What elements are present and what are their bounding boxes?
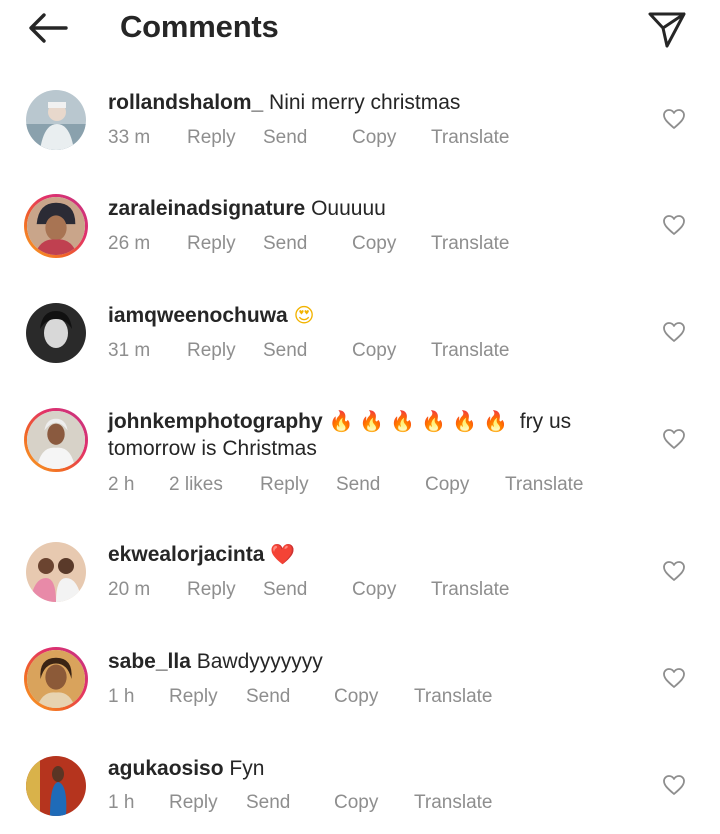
like-button[interactable] — [662, 214, 686, 236]
avatar[interactable] — [24, 540, 88, 604]
translate-button[interactable]: Translate — [431, 233, 510, 255]
like-button[interactable] — [662, 560, 686, 582]
share-button[interactable] — [646, 8, 688, 50]
reply-button[interactable]: Reply — [187, 127, 236, 149]
translate-button[interactable]: Translate — [414, 686, 493, 708]
paper-plane-icon — [648, 12, 686, 48]
comment-body: fry us — [519, 410, 572, 433]
like-button[interactable] — [662, 774, 686, 796]
reply-button[interactable]: Reply — [187, 340, 236, 362]
like-button[interactable] — [662, 428, 686, 450]
avatar-image — [26, 756, 86, 816]
avatar[interactable] — [24, 754, 88, 818]
comment-time: 1 h — [108, 686, 135, 707]
avatar[interactable] — [24, 194, 88, 258]
copy-button[interactable]: Copy — [352, 127, 396, 149]
comment-text: agukaosiso Fyn — [108, 755, 628, 782]
comment-username[interactable]: agukaosiso — [108, 757, 224, 780]
copy-button[interactable]: Copy — [425, 474, 469, 496]
send-button[interactable]: Send — [246, 686, 290, 708]
comment-time: 1 h — [108, 792, 135, 813]
comment-time: 33 m — [108, 127, 151, 148]
avatar-image — [26, 542, 86, 602]
likes-count[interactable]: 2 likes — [169, 474, 223, 496]
comment-username[interactable]: sabe_lla — [108, 650, 191, 673]
page-title: Comments — [120, 9, 279, 44]
avatar-image — [26, 90, 86, 150]
reply-button[interactable]: Reply — [169, 686, 218, 708]
comment-emoji: 🔥🔥🔥🔥🔥🔥 — [328, 409, 514, 433]
comment-text: sabe_lla Bawdyyyyyyy — [108, 648, 628, 675]
comment-time: 2 h — [108, 474, 135, 495]
translate-button[interactable]: Translate — [431, 579, 510, 601]
header-bar: Comments — [0, 0, 720, 60]
avatar[interactable] — [24, 301, 88, 365]
comment-body: Ouuuuu — [311, 197, 386, 220]
comment-username[interactable]: zaraleinadsignature — [108, 197, 305, 220]
comment-username[interactable]: ekwealorjacinta — [108, 543, 264, 566]
back-button[interactable] — [26, 10, 70, 46]
send-button[interactable]: Send — [263, 340, 307, 362]
send-button[interactable]: Send — [263, 127, 307, 149]
copy-button[interactable]: Copy — [334, 792, 378, 814]
comment-time: 20 m — [108, 579, 151, 600]
reply-button[interactable]: Reply — [260, 474, 309, 496]
heart-outline-icon — [663, 109, 685, 129]
heart-outline-icon — [663, 775, 685, 795]
heart-outline-icon — [663, 322, 685, 342]
comment-body-line2: tomorrow is Christmas — [108, 437, 317, 460]
reply-button[interactable]: Reply — [187, 233, 236, 255]
heart-outline-icon — [663, 561, 685, 581]
translate-button[interactable]: Translate — [431, 340, 510, 362]
comment-username[interactable]: rollandshalom_ — [108, 91, 263, 114]
translate-button[interactable]: Translate — [431, 127, 510, 149]
send-button[interactable]: Send — [263, 579, 307, 601]
avatar-image — [26, 303, 86, 363]
send-button[interactable]: Send — [336, 474, 380, 496]
translate-button[interactable]: Translate — [505, 474, 584, 496]
comment-text: johnkemphotography 🔥🔥🔥🔥🔥🔥 fry us tomorro… — [108, 408, 628, 462]
comment-text: rollandshalom_ Nini merry christmas — [108, 89, 628, 116]
avatar-image — [27, 650, 85, 708]
avatar[interactable] — [24, 408, 88, 472]
avatar[interactable] — [24, 88, 88, 152]
heart-outline-icon — [663, 429, 685, 449]
comment-time: 26 m — [108, 233, 151, 254]
like-button[interactable] — [662, 108, 686, 130]
copy-button[interactable]: Copy — [352, 579, 396, 601]
copy-button[interactable]: Copy — [334, 686, 378, 708]
arrow-left-icon — [29, 13, 68, 43]
avatar-image — [27, 411, 85, 469]
comment-username[interactable]: johnkemphotography — [108, 410, 323, 433]
comment-text: zaraleinadsignature Ouuuuu — [108, 195, 628, 222]
copy-button[interactable]: Copy — [352, 233, 396, 255]
comment-body: ❤️ — [270, 542, 296, 566]
avatar-image — [27, 197, 85, 255]
comment-username[interactable]: iamqweenochuwa — [108, 304, 288, 327]
heart-outline-icon — [663, 668, 685, 688]
send-button[interactable]: Send — [246, 792, 290, 814]
comment-body: Nini merry christmas — [269, 91, 461, 114]
comment-body: Fyn — [229, 757, 265, 780]
send-button[interactable]: Send — [263, 233, 307, 255]
avatar[interactable] — [24, 647, 88, 711]
like-button[interactable] — [662, 321, 686, 343]
translate-button[interactable]: Translate — [414, 792, 493, 814]
comment-body: Bawdyyyyyyy — [196, 650, 323, 673]
reply-button[interactable]: Reply — [169, 792, 218, 814]
like-button[interactable] — [662, 667, 686, 689]
reply-button[interactable]: Reply — [187, 579, 236, 601]
comment-time: 31 m — [108, 340, 151, 361]
comment-body: 😍 — [293, 303, 315, 327]
comment-text: ekwealorjacinta ❤️ — [108, 541, 628, 568]
heart-outline-icon — [663, 215, 685, 235]
comment-text: iamqweenochuwa 😍 — [108, 302, 628, 329]
copy-button[interactable]: Copy — [352, 340, 396, 362]
